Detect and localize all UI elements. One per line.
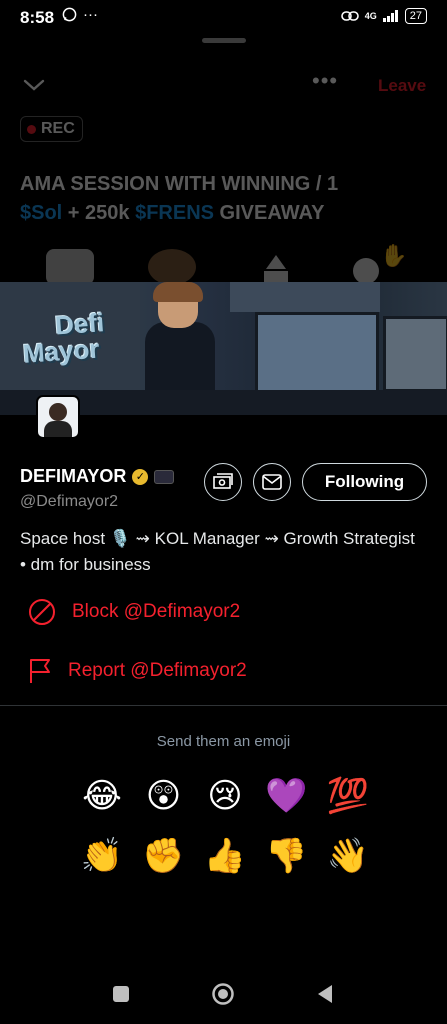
emoji-thumbs-down[interactable]: 👎 — [265, 834, 309, 878]
cashtag-sol[interactable]: $Sol — [20, 202, 62, 224]
sheet-drag-handle[interactable] — [202, 38, 246, 43]
chevron-down-icon[interactable] — [22, 72, 46, 100]
status-time: 8:58 — [20, 8, 55, 27]
message-button[interactable] — [253, 463, 291, 501]
emoji-crying[interactable]: 😢 — [203, 774, 247, 818]
subscribe-button[interactable] — [204, 463, 242, 501]
emoji-hundred[interactable]: 💯 — [326, 774, 370, 818]
banner-logo-line2: Mayor — [21, 333, 101, 369]
emoji-thumbs-up[interactable]: 👍 — [203, 834, 247, 878]
cashtag-frens[interactable]: $FRENS — [135, 202, 214, 224]
speaker-avatar[interactable] — [148, 249, 196, 285]
space-title-end: GIVEAWAY — [214, 202, 325, 224]
emoji-row: 😂 😲 😢 💜 💯 — [80, 774, 370, 818]
space-title-part1: AMA SESSION WITH WINNING / 1 — [20, 173, 339, 195]
banner-logo: Defi Mayor — [20, 307, 107, 369]
banner-monitor — [383, 316, 447, 392]
whatsapp-icon — [62, 7, 77, 22]
network-type: 4G — [364, 11, 377, 21]
emoji-wave[interactable]: 👋 — [326, 834, 370, 878]
name-row: DEFIMAYOR ✓ — [20, 466, 175, 487]
more-icon: ··· — [83, 6, 98, 23]
emoji-surprised[interactable]: 😲 — [142, 774, 186, 818]
back-button[interactable] — [316, 984, 334, 1004]
recents-button[interactable] — [113, 986, 129, 1002]
banner-monitor — [255, 312, 379, 398]
report-action[interactable]: Report @Defimayor2 — [28, 658, 247, 684]
following-button[interactable]: Following — [302, 463, 427, 501]
speaker-avatar[interactable] — [252, 249, 300, 285]
status-right: 4G 27 — [340, 8, 427, 24]
affiliate-badge-icon — [154, 469, 175, 484]
emoji-raised-fist[interactable]: ✊ — [142, 834, 186, 878]
avatar[interactable] — [36, 395, 80, 439]
block-action[interactable]: Block @Defimayor2 — [28, 598, 240, 626]
envelope-icon — [262, 474, 282, 490]
speaker-avatar[interactable]: ✋ — [350, 243, 407, 285]
report-label: Report @Defimayor2 — [68, 660, 247, 681]
profile-bio: Space host 🎙️ ⇝ KOL Manager ⇝ Growth Str… — [20, 529, 415, 574]
battery-icon: 27 — [404, 8, 427, 24]
user-handle[interactable]: @Defimayor2 — [20, 493, 118, 511]
divider — [0, 705, 447, 706]
rec-label: REC — [41, 120, 75, 137]
link-icon — [340, 11, 359, 21]
status-left-icons: ··· — [62, 6, 98, 23]
speaker-avatar[interactable] — [46, 249, 94, 285]
space-title: AMA SESSION WITH WINNING / 1 $Sol + 250k… — [20, 170, 420, 228]
emoji-section-title: Send them an emoji — [156, 733, 291, 750]
flag-icon — [30, 659, 50, 683]
more-options-icon[interactable]: ••• — [312, 68, 338, 94]
block-label: Block @Defimayor2 — [72, 601, 241, 622]
verified-badge-icon: ✓ — [132, 468, 149, 485]
block-icon — [29, 599, 55, 625]
record-dot-icon — [27, 124, 36, 134]
emoji-laughing[interactable]: 😂 — [80, 774, 124, 818]
raised-hand-icon: ✋ — [380, 243, 408, 268]
money-icon — [213, 473, 233, 489]
emoji-row: 👏 ✊ 👍 👎 👋 — [80, 834, 370, 878]
leave-button[interactable]: Leave — [378, 76, 426, 96]
emoji-purple-heart[interactable]: 💜 — [265, 774, 309, 818]
home-button[interactable] — [211, 982, 235, 1006]
emoji-clap[interactable]: 👏 — [80, 834, 124, 878]
space-title-mid: + 250k — [62, 202, 136, 224]
rec-badge: REC — [20, 116, 83, 142]
display-name[interactable]: DEFIMAYOR — [20, 466, 126, 487]
signal-icon — [382, 10, 398, 22]
